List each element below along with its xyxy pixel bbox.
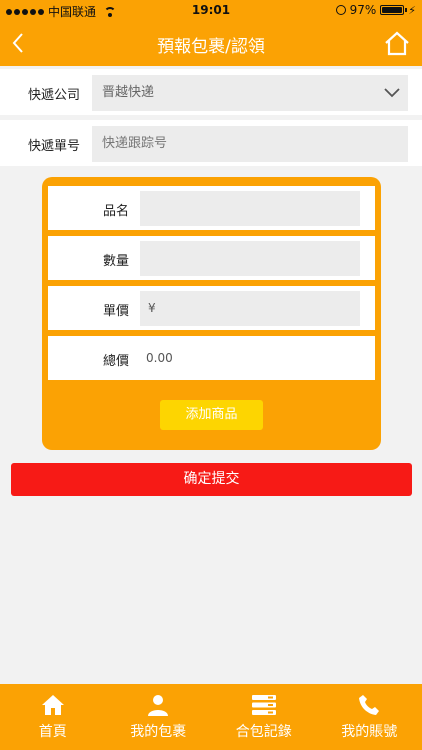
- tab-my-account-label: 我的賬號: [341, 724, 398, 740]
- page-title: 預報包裹/認領: [157, 37, 265, 57]
- total-price-row: 總價 0.00: [48, 336, 375, 380]
- phone-icon: [359, 695, 380, 715]
- tracking-row: 快遞單号: [0, 120, 422, 166]
- status-bar: 中国联通 19:01 97% ⚡: [0, 0, 422, 20]
- unit-price-row: 單價 ¥: [48, 286, 375, 330]
- unit-price-input[interactable]: ¥: [140, 291, 360, 326]
- quantity-input[interactable]: [140, 241, 360, 276]
- submit-button[interactable]: 确定提交: [11, 463, 412, 496]
- currency-symbol: ¥: [148, 301, 156, 315]
- goods-name-row: 品名: [48, 186, 375, 230]
- tab-my-account[interactable]: 我的賬號: [317, 684, 422, 750]
- add-goods-button[interactable]: 添加商品: [160, 400, 263, 430]
- courier-selected-value: 晋越快递: [102, 85, 155, 100]
- charging-icon: ⚡: [408, 3, 416, 17]
- unit-price-label: 單價: [103, 304, 130, 319]
- quantity-label: 數量: [103, 254, 130, 269]
- total-price-value: 0.00: [146, 351, 173, 365]
- server-list-icon: [251, 695, 276, 715]
- goods-name-label: 品名: [103, 204, 130, 219]
- battery-percent: 97%: [349, 3, 377, 17]
- tab-home-label: 首頁: [38, 724, 67, 740]
- battery-icon: [380, 5, 408, 15]
- chevron-down-icon: [384, 88, 400, 98]
- tab-home[interactable]: 首頁: [0, 684, 106, 750]
- goods-card: 品名 數量 單價 ¥ 總價 0.00 添加商品: [42, 177, 381, 450]
- user-icon: [148, 695, 169, 716]
- courier-row: 快遞公司 晋越快递: [0, 69, 422, 115]
- battery-fill: [382, 7, 402, 13]
- courier-select[interactable]: 晋越快递: [92, 75, 408, 111]
- tab-my-packages[interactable]: 我的包裹: [106, 684, 212, 750]
- tab-my-packages-label: 我的包裹: [130, 724, 187, 740]
- quantity-row: 數量: [48, 236, 375, 280]
- goods-name-input[interactable]: [140, 191, 360, 226]
- bottom-tab-bar: 首頁 我的包裹 合包記錄 我的賬號: [0, 684, 422, 750]
- status-right: 97% ⚡: [335, 3, 416, 17]
- courier-label: 快遞公司: [28, 88, 81, 103]
- home-icon[interactable]: [384, 30, 410, 56]
- tracking-label: 快遞單号: [28, 139, 81, 154]
- total-price-label: 總價: [103, 354, 130, 369]
- tab-merge-records[interactable]: 合包記錄: [211, 684, 317, 750]
- tab-merge-records-label: 合包記錄: [235, 724, 292, 740]
- orientation-lock-icon: [335, 5, 346, 15]
- home-icon: [41, 695, 64, 715]
- tracking-number-input[interactable]: [92, 126, 408, 162]
- app-header: 預報包裹/認領: [0, 20, 422, 66]
